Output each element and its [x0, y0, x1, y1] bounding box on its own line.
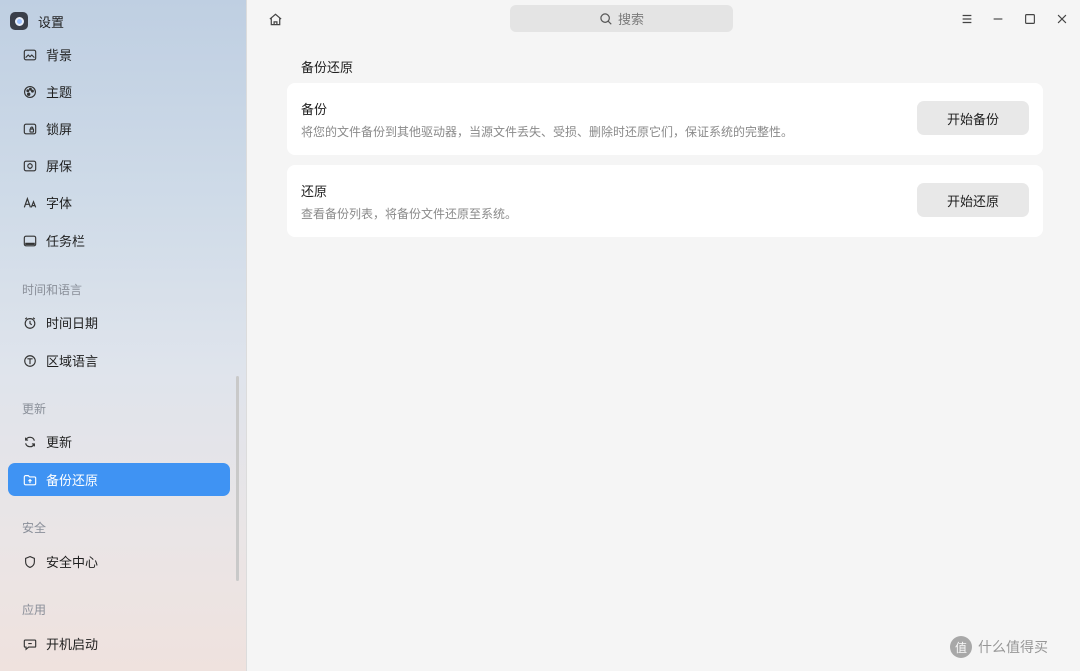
sidebar-item-background[interactable]: 背景: [8, 38, 230, 71]
sidebar-item-taskbar[interactable]: 任务栏: [8, 224, 230, 257]
section-label-security: 安全: [22, 521, 47, 535]
minimize-icon: [993, 18, 1003, 20]
watermark-logo: 值: [950, 636, 972, 658]
search-placeholder: 搜索: [617, 13, 644, 28]
watermark-text: 什么值得买: [978, 640, 1048, 656]
title-bar: 搜索: [247, 0, 1080, 38]
sidebar-item-label: 背景: [46, 49, 73, 64]
sidebar-item-theme[interactable]: 主题: [8, 75, 230, 108]
sidebar-item-label: 更新: [46, 436, 73, 451]
sidebar-item-update[interactable]: 更新: [8, 425, 230, 458]
app-logo-icon: [10, 12, 28, 30]
screensaver-icon: [22, 158, 38, 174]
sidebar-scrollbar[interactable]: [236, 376, 239, 581]
minimize-button[interactable]: [989, 10, 1007, 28]
menu-button[interactable]: [958, 10, 976, 28]
sidebar-item-label: 安全中心: [46, 556, 99, 571]
backup-icon: [22, 472, 38, 488]
search-input[interactable]: 搜索: [510, 5, 733, 32]
restore-card: 还原 查看备份列表，将备份文件还原至系统。 开始还原: [287, 165, 1043, 237]
start-backup-button[interactable]: 开始备份: [917, 101, 1029, 135]
card-title: 备份: [301, 103, 328, 118]
sidebar-item-region-language[interactable]: 区域语言: [8, 344, 230, 377]
home-icon: [268, 13, 282, 25]
startup-icon: [22, 636, 38, 652]
sidebar-item-startup[interactable]: 开机启动: [8, 627, 230, 660]
backup-card: 备份 将您的文件备份到其他驱动器，当源文件丢失、受损、删除时还原它们，保证系统的…: [287, 83, 1043, 155]
section-label-apps: 应用: [22, 603, 47, 617]
sidebar-item-label: 屏保: [46, 160, 73, 175]
background-icon: [22, 47, 38, 63]
sidebar-item-label: 主题: [46, 86, 73, 101]
menu-icon: [962, 14, 972, 24]
sidebar-item-screensaver[interactable]: 屏保: [8, 149, 230, 182]
home-button[interactable]: [267, 11, 283, 27]
search-icon: [600, 12, 612, 25]
section-label-time-language: 时间和语言: [22, 283, 83, 297]
sidebar-item-label: 开机启动: [46, 638, 99, 653]
sidebar-item-security-center[interactable]: 安全中心: [8, 545, 230, 578]
close-button[interactable]: [1053, 10, 1071, 28]
maximize-icon: [1025, 14, 1035, 24]
app-header: 设置: [10, 10, 64, 32]
maximize-button[interactable]: [1021, 10, 1039, 28]
sidebar-item-backup-restore[interactable]: 备份还原: [8, 463, 230, 496]
sidebar-item-label: 时间日期: [46, 317, 99, 332]
sidebar-item-label: 字体: [46, 197, 73, 212]
sidebar-item-label: 区域语言: [46, 355, 99, 370]
palette-icon: [22, 84, 38, 100]
watermark: 值 什么值得买: [950, 636, 1048, 658]
app-title: 设置: [38, 15, 65, 31]
sidebar-item-label: 备份还原: [46, 474, 99, 489]
language-icon: [22, 353, 38, 369]
refresh-icon: [22, 434, 38, 450]
sidebar-item-label: 任务栏: [46, 235, 86, 250]
page-title: 备份还原: [301, 61, 354, 76]
card-description: 查看备份列表，将备份文件还原至系统。: [301, 207, 518, 221]
sidebar-item-datetime[interactable]: 时间日期: [8, 306, 230, 339]
card-description: 将您的文件备份到其他驱动器，当源文件丢失、受损、删除时还原它们，保证系统的完整性…: [301, 125, 794, 139]
start-restore-button[interactable]: 开始还原: [917, 183, 1029, 217]
sidebar-item-lock-screen[interactable]: 锁屏: [8, 112, 230, 145]
clock-icon: [22, 315, 38, 331]
sidebar-item-font[interactable]: 字体: [8, 186, 230, 219]
font-icon: [22, 195, 38, 211]
taskbar-icon: [22, 233, 38, 249]
shield-icon: [22, 554, 38, 570]
sidebar-item-label: 锁屏: [46, 123, 73, 138]
close-icon: [1057, 14, 1067, 24]
lock-screen-icon: [22, 121, 38, 137]
section-label-update: 更新: [22, 402, 47, 416]
card-title: 还原: [301, 185, 328, 200]
sidebar: 设置 背景 主题 锁屏 屏保 字体 任务栏 时间和语言 时间日期 区域语言 更新…: [0, 0, 247, 671]
